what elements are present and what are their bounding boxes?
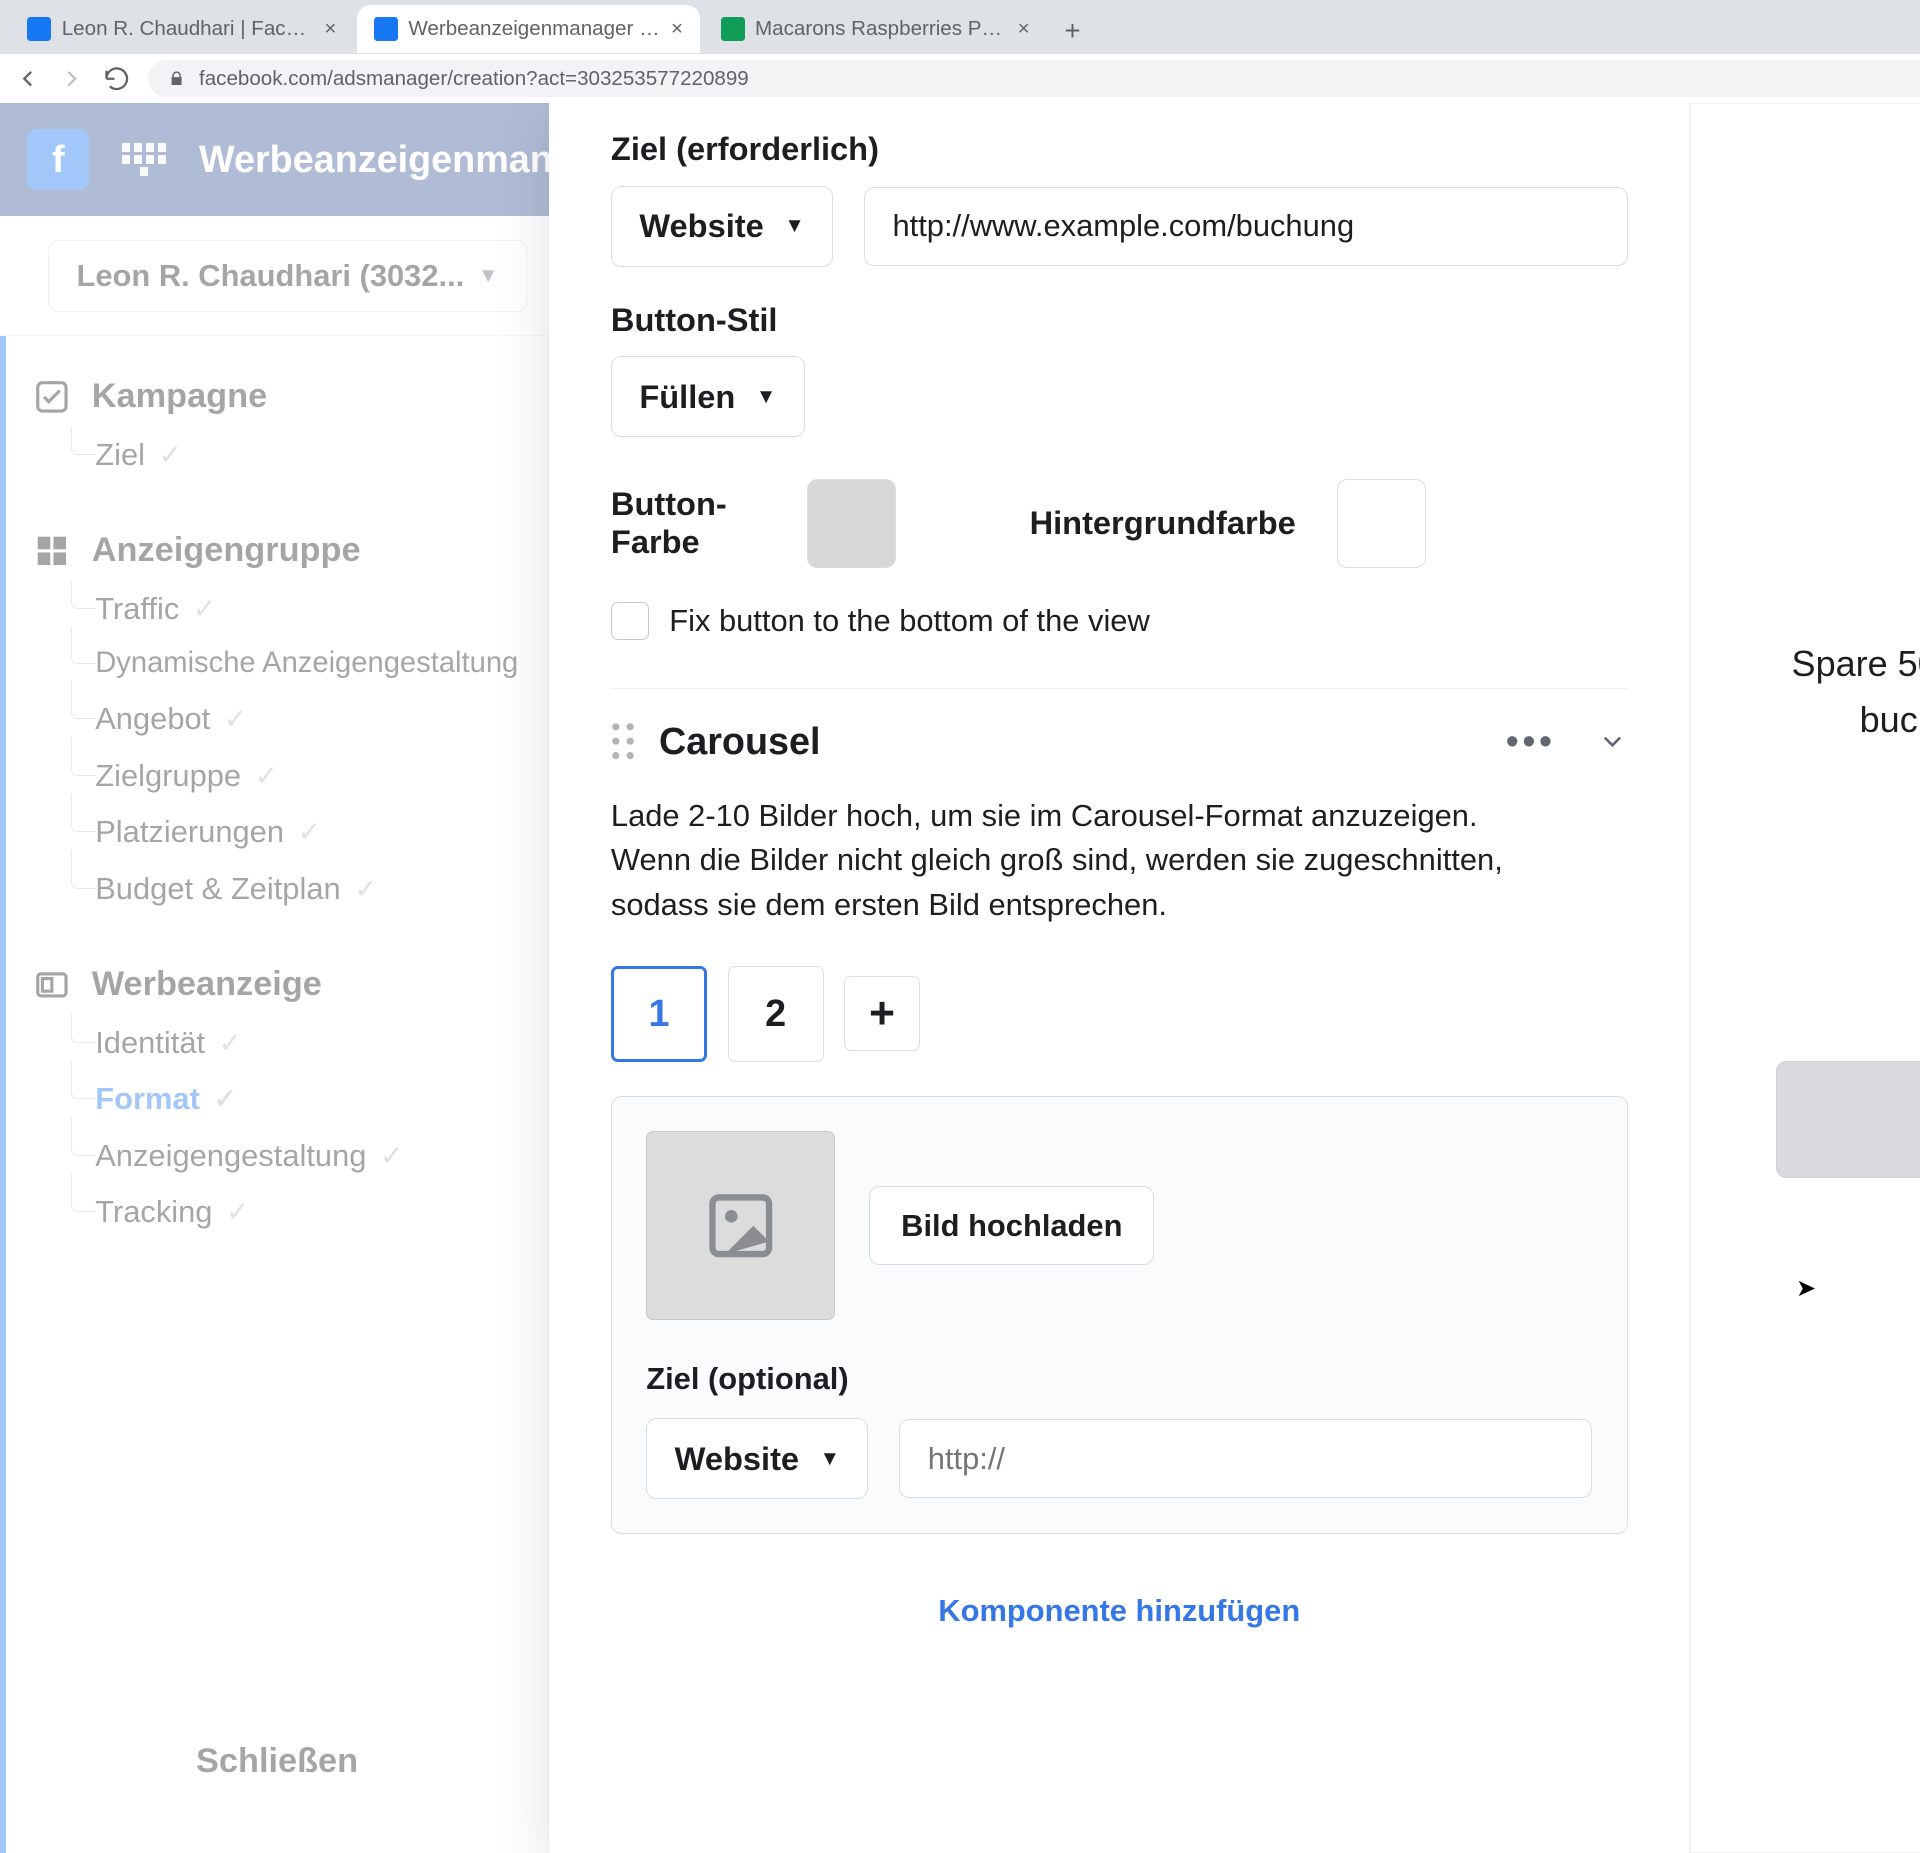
- reload-icon[interactable]: [103, 65, 130, 92]
- carousel-section: Carousel ••• Lade 2-10 Bilder hoch, um s…: [611, 688, 1628, 1629]
- close-icon[interactable]: ×: [1018, 17, 1030, 41]
- fix-button-checkbox[interactable]: [611, 602, 649, 640]
- toolbar: facebook.com/adsmanager/creation?act=303…: [0, 53, 1920, 103]
- upload-image-button[interactable]: Bild hochladen: [869, 1186, 1154, 1265]
- button-style-label: Button-Stil: [611, 301, 1628, 339]
- background-color-label: Hintergrundfarbe: [1030, 504, 1296, 542]
- carousel-title: Carousel: [659, 720, 1482, 763]
- background-color-swatch[interactable]: [1337, 479, 1426, 568]
- fix-button-label: Fix button to the bottom of the view: [669, 603, 1150, 639]
- button-color-swatch[interactable]: [807, 479, 896, 568]
- forward-icon[interactable]: [58, 65, 85, 92]
- ziel-url-input[interactable]: [864, 187, 1628, 266]
- ziel-required-label: Ziel (erforderlich): [611, 130, 1628, 168]
- more-icon[interactable]: •••: [1506, 720, 1556, 763]
- preview-canvas: Spare 50%, wenn du heute noch bei uns ei…: [1690, 103, 1920, 1853]
- button-style-value: Füllen: [639, 378, 735, 416]
- favicon-facebook-icon: [374, 17, 398, 41]
- browser-chrome: Leon R. Chaudhari | Facebook × Werbeanze…: [0, 0, 1920, 103]
- button-style-dropdown[interactable]: Füllen ▼: [611, 356, 805, 437]
- carousel-description: Lade 2-10 Bilder hoch, um sie im Carouse…: [611, 794, 1503, 928]
- ziel-optional-label: Ziel (optional): [646, 1361, 1592, 1397]
- ziel-optional-url-input[interactable]: [899, 1419, 1592, 1498]
- address-bar[interactable]: facebook.com/adsmanager/creation?act=303…: [148, 60, 1920, 98]
- preview-body-text: Spare 50%, wenn du heute noch bei uns ei…: [1789, 636, 1920, 804]
- editor-modal: Ziel (erforderlich) Website ▼ Button-Sti…: [549, 103, 1920, 1853]
- preview-cta-button[interactable]: Hier klicken: [1776, 1061, 1920, 1178]
- add-component-link[interactable]: Komponente hinzufügen: [611, 1593, 1628, 1629]
- new-tab-button[interactable]: +: [1050, 9, 1095, 54]
- caret-down-icon: ▼: [784, 214, 804, 238]
- carousel-slide-editor: Bild hochladen Ziel (optional) Website ▼: [611, 1096, 1628, 1534]
- lock-icon: [168, 70, 185, 87]
- carousel-slide-tab-2[interactable]: 2: [728, 966, 824, 1062]
- modal-form-pane: Ziel (erforderlich) Website ▼ Button-Sti…: [549, 103, 1690, 1853]
- ziel-type-dropdown[interactable]: Website ▼: [611, 186, 833, 267]
- close-icon[interactable]: ×: [324, 17, 336, 41]
- browser-tab-3[interactable]: Macarons Raspberries Pastrie ×: [704, 5, 1047, 53]
- carousel-slide-tab-1[interactable]: 1: [611, 966, 707, 1062]
- page: f Werbeanzeigenmanager ▼ Leon ▼ ? Leon R…: [0, 103, 1920, 1853]
- cursor-icon: ➤: [1796, 1274, 1816, 1303]
- tab-strip: Leon R. Chaudhari | Facebook × Werbeanze…: [0, 0, 1920, 53]
- caret-down-icon: ▼: [820, 1447, 840, 1471]
- ziel-type-value: Website: [639, 207, 763, 245]
- image-placeholder-icon: [646, 1131, 835, 1320]
- tab-label: Macarons Raspberries Pastrie: [755, 17, 1007, 41]
- back-icon[interactable]: [14, 65, 41, 92]
- favicon-facebook-icon: [27, 17, 51, 41]
- carousel-add-slide-button[interactable]: +: [844, 976, 920, 1052]
- chevron-down-icon[interactable]: [1597, 726, 1628, 757]
- drag-handle-icon[interactable]: [611, 722, 635, 760]
- favicon-sheets-icon: [721, 17, 745, 41]
- ziel-optional-type-value: Website: [675, 1440, 799, 1478]
- tab-label: Leon R. Chaudhari | Facebook: [62, 17, 314, 41]
- button-color-label: Button-Farbe: [611, 485, 765, 561]
- close-icon[interactable]: ×: [671, 17, 683, 41]
- caret-down-icon: ▼: [756, 385, 776, 409]
- ziel-optional-type-dropdown[interactable]: Website ▼: [646, 1418, 868, 1499]
- tab-label: Werbeanzeigenmanager - Cre: [408, 17, 660, 41]
- modal-preview-pane: Spare 50%, wenn du heute noch bei uns ei…: [1690, 103, 1920, 1853]
- browser-tab-1[interactable]: Leon R. Chaudhari | Facebook ×: [10, 5, 353, 53]
- browser-tab-2[interactable]: Werbeanzeigenmanager - Cre ×: [357, 5, 700, 53]
- address-text: facebook.com/adsmanager/creation?act=303…: [199, 67, 749, 91]
